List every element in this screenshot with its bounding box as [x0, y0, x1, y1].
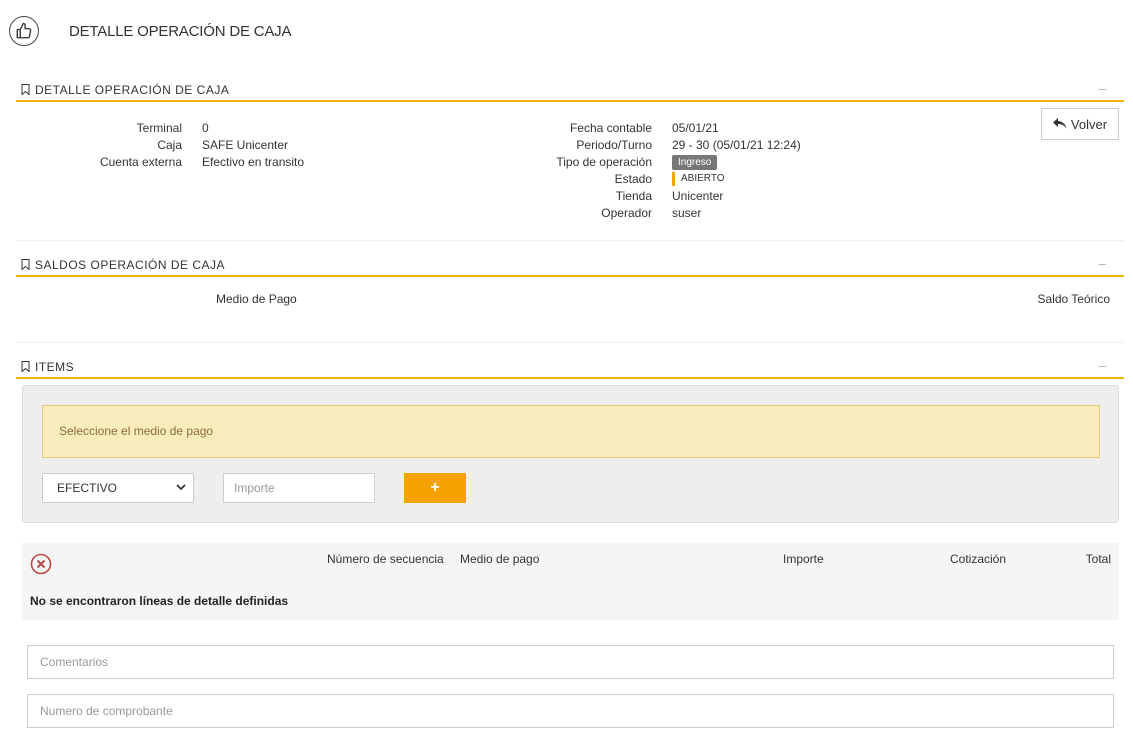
cuenta-externa-value: Efectivo en transito [202, 155, 305, 169]
medio-pago-select[interactable]: EFECTIVO [42, 473, 194, 503]
tienda-value: Unicenter [672, 189, 724, 203]
fecha-contable-label: Fecha contable [569, 121, 652, 135]
section-header-saldos: SALDOS OPERACIÓN DE CAJA – [16, 255, 1124, 277]
tienda-label: Tienda [615, 189, 652, 203]
column-importe: Importe [783, 552, 824, 566]
estado-status: ABIERTO [672, 172, 725, 186]
collapse-detalle-button[interactable]: – [1099, 81, 1106, 96]
section-title-saldos: SALDOS OPERACIÓN DE CAJA [35, 258, 226, 272]
comentarios-input[interactable] [27, 645, 1114, 679]
cuenta-externa-label: Cuenta externa [99, 155, 182, 169]
column-medio-pago: Medio de pago [460, 552, 540, 566]
bookmark-icon [21, 259, 30, 270]
operador-label: Operador [601, 206, 652, 220]
detail-table: Número de secuencia Medio de pago Import… [22, 543, 1119, 620]
items-panel: Seleccione el medio de pago EFECTIVO + [22, 385, 1119, 523]
periodo-turno-label: Periodo/Turno [576, 138, 652, 152]
operador-value: suser [672, 206, 702, 220]
terminal-value: 0 [202, 121, 209, 135]
numero-comprobante-input[interactable] [27, 694, 1114, 728]
estado-label: Estado [614, 172, 652, 186]
saldos-column-medio-pago: Medio de Pago [216, 292, 297, 306]
saldos-column-saldo-teorico: Saldo Teórico [1037, 292, 1111, 306]
page-header: DETALLE OPERACIÓN DE CAJA [9, 15, 291, 47]
tipo-operacion-label: Tipo de operación [556, 155, 652, 169]
importe-input[interactable] [223, 473, 375, 503]
page-title: DETALLE OPERACIÓN DE CAJA [69, 23, 292, 40]
column-total: Total [1085, 552, 1111, 566]
collapse-saldos-button[interactable]: – [1099, 256, 1106, 271]
add-item-button[interactable]: + [404, 473, 466, 503]
tipo-operacion-badge: Ingreso [672, 155, 718, 170]
thumbs-up-icon [9, 16, 39, 46]
bookmark-icon [21, 361, 30, 372]
chevron-down-icon [176, 484, 186, 491]
section-divider [16, 240, 1124, 241]
section-header-detalle: DETALLE OPERACIÓN DE CAJA – [16, 80, 1124, 102]
periodo-turno-value: 29 - 30 (05/01/21 12:24) [672, 138, 801, 152]
caja-label: Caja [157, 138, 182, 152]
caja-value: SAFE Unicenter [202, 138, 289, 152]
volver-button-label: Volver [1070, 116, 1108, 132]
empty-detail-message: No se encontraron líneas de detalle defi… [30, 594, 289, 608]
column-cotizacion: Cotización [950, 552, 1007, 566]
select-payment-alert: Seleccione el medio de pago [42, 405, 1100, 458]
medio-pago-selected-value: EFECTIVO [57, 481, 118, 495]
section-title-items: ITEMS [35, 360, 75, 374]
column-numero-secuencia: Número de secuencia [327, 552, 444, 566]
terminal-label: Terminal [136, 121, 182, 135]
section-header-items: ITEMS – [16, 357, 1124, 379]
fecha-contable-value: 05/01/21 [672, 121, 719, 135]
collapse-items-button[interactable]: – [1099, 358, 1106, 373]
error-circle-icon [30, 553, 52, 575]
volver-button[interactable]: Volver [1041, 108, 1119, 140]
section-title-detalle: DETALLE OPERACIÓN DE CAJA [35, 83, 230, 97]
reply-arrow-icon [1052, 118, 1067, 129]
section-divider [16, 342, 1124, 343]
bookmark-icon [21, 84, 30, 95]
